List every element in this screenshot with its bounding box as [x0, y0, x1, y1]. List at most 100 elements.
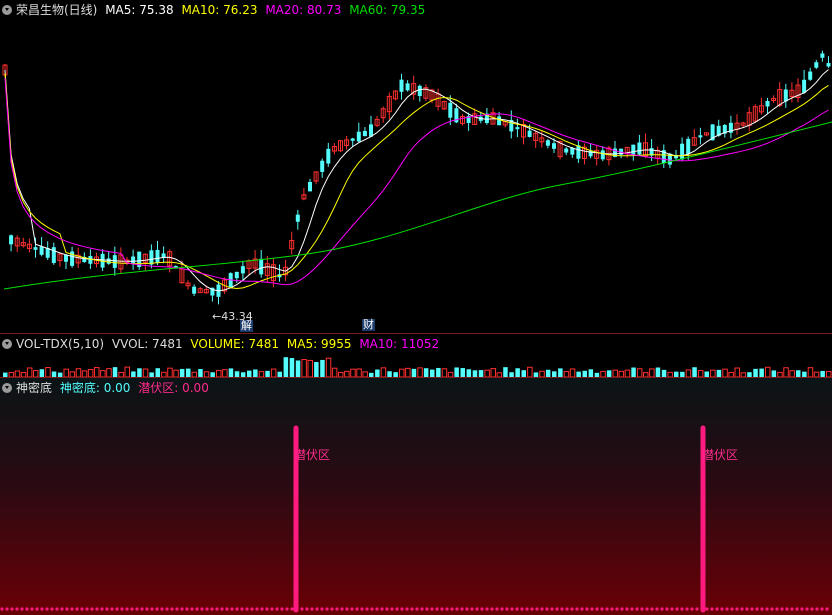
candle [808, 67, 813, 81]
baseline-dot [50, 607, 54, 611]
baseline-dot [775, 607, 779, 611]
baseline-dot [435, 607, 439, 611]
baseline-dot [630, 607, 634, 611]
indicator-panel[interactable]: 神密底 神密底: 0.00 潜伏区: 0.00 潜伏区 潜伏区 [0, 378, 832, 615]
baseline-dot [495, 607, 499, 611]
baseline-dot [635, 607, 639, 611]
baseline-dot [340, 607, 344, 611]
volume-bar [588, 369, 594, 377]
volume-bar [179, 368, 185, 377]
candle [680, 137, 685, 162]
baseline-dot [255, 607, 259, 611]
volume-bar [606, 370, 612, 377]
event-tag-unlock[interactable]: 解 [240, 320, 253, 332]
panel-menu-icon[interactable] [2, 5, 12, 15]
candle [686, 136, 691, 160]
volume-bar [454, 367, 459, 377]
ma60-label: MA60: 79.35 [349, 3, 426, 17]
baseline-dot [415, 607, 419, 611]
panel-menu-icon[interactable] [2, 383, 12, 393]
baseline-dot [325, 607, 329, 611]
volume-bar [142, 368, 149, 378]
volume-bar [39, 369, 45, 377]
baseline-dot [615, 607, 619, 611]
baseline-dot [470, 607, 474, 611]
baseline-dot [645, 607, 649, 611]
ma-line [4, 69, 829, 292]
volume-bar [106, 368, 112, 378]
baseline-dot [590, 607, 594, 611]
candle [155, 240, 160, 266]
baseline-dot [115, 607, 119, 611]
baseline-dot [70, 607, 74, 611]
volume-bar [441, 368, 448, 378]
baseline-dot [725, 607, 729, 611]
candle [131, 249, 136, 270]
baseline-dot [285, 607, 289, 611]
volume-bar [375, 369, 380, 377]
volume-panel[interactable]: VOL-TDX(5,10) VVOL: 7481 VOLUME: 7481 MA… [0, 334, 832, 378]
baseline-dot [55, 607, 59, 611]
volume-bar [167, 367, 173, 378]
ma10-label: MA10: 76.23 [181, 3, 258, 17]
baseline-dot [445, 607, 449, 611]
candle [240, 260, 245, 281]
baseline-dot [185, 607, 189, 611]
baseline-dot [815, 607, 819, 611]
candle [545, 139, 550, 149]
baseline-dot [755, 607, 759, 611]
baseline-dot [700, 607, 704, 611]
baseline-dot [190, 607, 194, 611]
baseline-dot [100, 607, 104, 611]
volume-bar [289, 358, 295, 377]
panel-menu-icon[interactable] [2, 339, 12, 349]
volume-bar [94, 367, 100, 378]
event-tag-finance[interactable]: 财 [362, 319, 375, 331]
baseline-dot [595, 607, 599, 611]
price-chart-panel[interactable]: 荣昌生物(日线) MA5: 75.38 MA10: 76.23 MA20: 80… [0, 0, 832, 334]
candle [20, 237, 26, 248]
baseline-dot [805, 607, 809, 611]
candle [698, 127, 703, 145]
stock-title: 荣昌生物(日线) [16, 3, 98, 17]
baseline-dot [550, 607, 554, 611]
indicator-name: 神密底 [16, 381, 53, 395]
candlestick-chart [2, 50, 832, 305]
baseline-dot [140, 607, 144, 611]
baseline-dot [585, 607, 589, 611]
volume-bar [624, 369, 631, 378]
candle [277, 264, 282, 282]
baseline-dot [730, 607, 734, 611]
baseline-dot [370, 607, 374, 611]
baseline-dot [80, 607, 84, 611]
volume-bar [331, 367, 338, 378]
candle [45, 241, 50, 260]
indicator-value2: 潜伏区: 0.00 [138, 381, 209, 395]
baseline-dot [450, 607, 454, 611]
ma60-line [3, 121, 832, 290]
baseline-dot [430, 607, 434, 611]
volume-bar [423, 368, 429, 377]
volume-bar [753, 368, 758, 377]
baseline-dot [210, 607, 214, 611]
baseline-dot [350, 607, 354, 611]
volume-bar [173, 369, 179, 378]
volume-bar [527, 366, 533, 378]
baseline-dot [165, 607, 169, 611]
baseline-dot [235, 607, 239, 611]
baseline-dot [110, 607, 114, 611]
candle [14, 235, 20, 253]
candle [33, 237, 38, 258]
candle [661, 144, 666, 169]
indicator-header: 神密底 神密底: 0.00 潜伏区: 0.00 [2, 381, 213, 395]
baseline-dot [535, 607, 539, 611]
baseline-dot [720, 607, 724, 611]
baseline-dot [440, 607, 444, 611]
volume-bar [314, 361, 319, 377]
candle [728, 115, 733, 139]
volume-bar [186, 368, 191, 377]
baseline-dot [650, 607, 654, 611]
baseline-dot [600, 607, 604, 611]
volume-bar [356, 368, 362, 378]
volume-header: VOL-TDX(5,10) VVOL: 7481 VOLUME: 7481 MA… [2, 337, 443, 351]
